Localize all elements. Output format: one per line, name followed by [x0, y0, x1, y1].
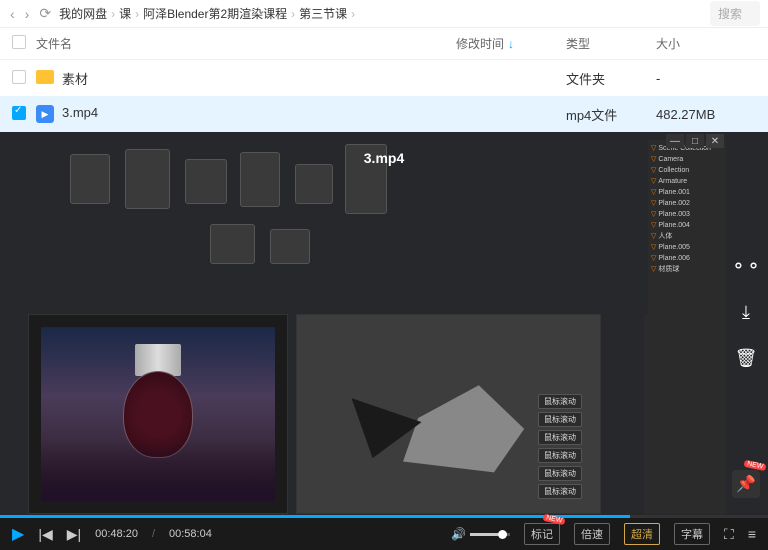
row-checkbox[interactable] [12, 106, 26, 120]
video-player: 3.mp4 — □ ✕ ▽Scene Collection ▽Camera ▽C… [0, 132, 768, 550]
nav-back[interactable]: ‹ [8, 6, 17, 22]
quality-button[interactable]: 超清 [624, 523, 660, 545]
search-input[interactable]: 搜索 [710, 1, 760, 26]
mark-button[interactable]: 标记NEW [524, 523, 560, 545]
row-checkbox[interactable] [12, 70, 26, 84]
subtitle-button[interactable]: 字幕 [674, 523, 710, 545]
header-name[interactable]: 文件名 [36, 35, 456, 52]
video-icon [36, 105, 54, 123]
file-name: 3.mp4 [62, 105, 98, 120]
pin-button[interactable]: 📌NEW [732, 470, 760, 498]
close-icon[interactable]: ✕ [706, 134, 724, 148]
file-type: mp4文件 [566, 105, 656, 124]
crumb-2[interactable]: 阿泽Blender第2期渲染课程 [143, 5, 287, 22]
file-size: - [656, 71, 756, 86]
sort-icon: ↓ [508, 37, 514, 51]
video-title: 3.mp4 [364, 150, 404, 166]
header-size[interactable]: 大小 [656, 35, 756, 52]
table-header: 文件名 修改时间↓ 类型 大小 [0, 28, 768, 60]
table-row[interactable]: 3.mp4 mp4文件 482.27MB [0, 96, 768, 132]
delete-icon[interactable]: 🗑 [732, 344, 760, 372]
node-editor [70, 144, 390, 274]
file-size: 482.27MB [656, 107, 756, 122]
prev-button[interactable]: |◀ [38, 526, 52, 543]
breadcrumb: 我的网盘› 课› 阿泽Blender第2期渲染课程› 第三节课› [59, 5, 704, 22]
crumb-0[interactable]: 我的网盘 [59, 5, 107, 22]
share-icon[interactable]: ⚬⚬ [732, 252, 760, 280]
header-time[interactable]: 修改时间↓ [456, 35, 566, 52]
volume-icon[interactable]: 🔊 [451, 527, 466, 541]
speed-button[interactable]: 倍速 [574, 523, 610, 545]
play-button[interactable]: ▶ [12, 524, 24, 544]
nav-refresh[interactable]: ⟳ [37, 5, 53, 22]
minimize-icon[interactable]: — [666, 134, 684, 148]
fullscreen-icon[interactable]: ⛶ [724, 526, 734, 543]
time-current: 00:48:20 [95, 528, 138, 540]
video-content[interactable]: 3.mp4 — □ ✕ ▽Scene Collection ▽Camera ▽C… [0, 132, 768, 550]
file-type: 文件夹 [566, 69, 656, 88]
maximize-icon[interactable]: □ [686, 134, 704, 148]
select-all-checkbox[interactable] [12, 35, 26, 49]
render-preview [28, 314, 288, 514]
playlist-icon[interactable]: ≡ [748, 526, 756, 542]
crumb-1[interactable]: 课 [119, 5, 131, 22]
folder-icon [36, 70, 54, 84]
volume-control[interactable]: 🔊 [451, 527, 510, 541]
file-name: 素材 [62, 72, 88, 87]
header-type[interactable]: 类型 [566, 35, 656, 52]
viewport-3d: 鼠标滚动 鼠标滚动 鼠标滚动 鼠标滚动 鼠标滚动 鼠标滚动 [296, 314, 601, 514]
download-icon[interactable]: ⤓ [732, 298, 760, 326]
next-button[interactable]: ▶| [67, 526, 81, 543]
nav-forward[interactable]: › [23, 6, 32, 22]
table-row[interactable]: 素材 文件夹 - [0, 60, 768, 96]
time-total: 00:58:04 [169, 528, 212, 540]
crumb-3[interactable]: 第三节课 [299, 5, 347, 22]
properties-panel [644, 314, 726, 514]
